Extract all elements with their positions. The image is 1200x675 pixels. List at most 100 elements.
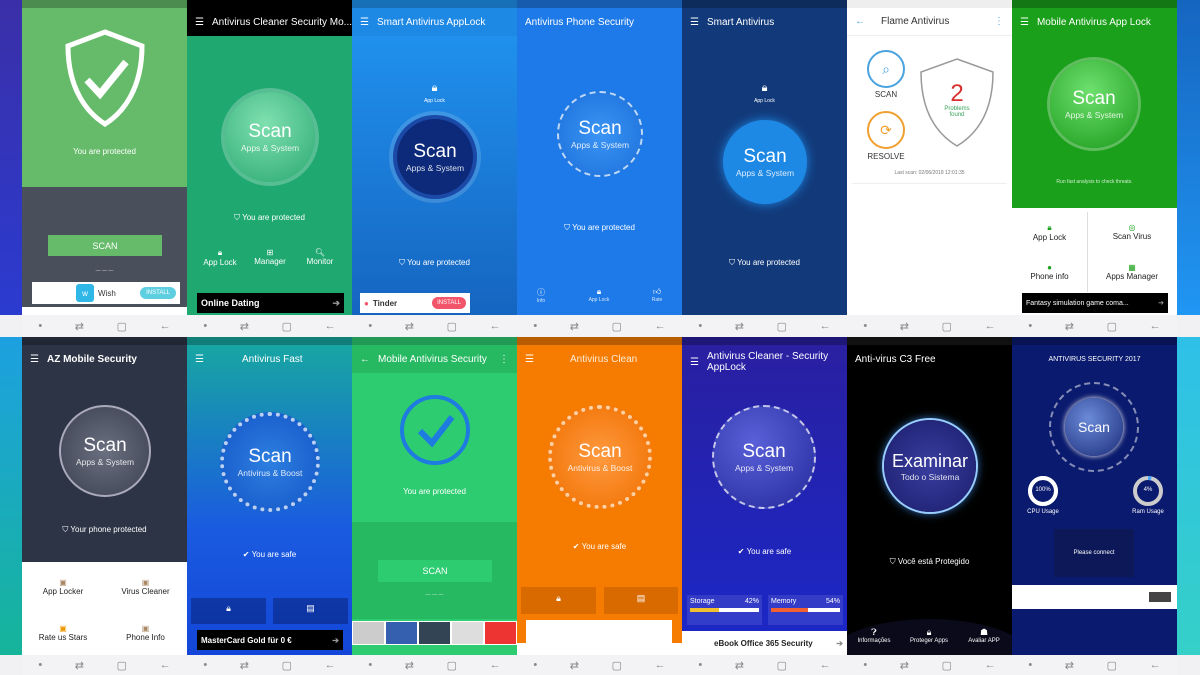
scan-orb[interactable]: Examinar Todo o Sistema xyxy=(884,420,976,512)
recent-apps-button[interactable]: ⇄ xyxy=(735,320,744,333)
back-button[interactable]: ← xyxy=(655,659,666,671)
rate-us-tile[interactable]: ▣ Rate us Stars xyxy=(22,615,104,651)
back-button[interactable]: ← xyxy=(820,320,831,332)
more-icon[interactable]: ⋮ xyxy=(499,354,509,365)
home-button[interactable]: ▢ xyxy=(447,659,457,672)
recent-apps-button[interactable]: ⇄ xyxy=(900,320,909,333)
scan-orb[interactable]: Scan Apps & System xyxy=(1050,60,1138,148)
back-button[interactable]: ← xyxy=(655,320,666,332)
back-button[interactable]: ← xyxy=(985,320,996,332)
boost-tile[interactable]: ▤ xyxy=(604,587,678,614)
ad-banner[interactable] xyxy=(352,621,517,645)
menu-icon[interactable]: ☰ xyxy=(195,17,204,28)
back-button[interactable]: ← xyxy=(325,659,336,671)
back-arrow-icon[interactable]: ← xyxy=(360,354,370,365)
menu-icon[interactable]: ☰ xyxy=(30,354,39,365)
storage-card[interactable]: Storage 42% xyxy=(687,595,762,625)
app-lock-button[interactable]: 🔒︎ App Lock xyxy=(195,248,245,267)
back-button[interactable]: ← xyxy=(160,659,171,671)
home-button[interactable]: ▢ xyxy=(1107,320,1117,333)
home-button[interactable]: ▢ xyxy=(447,320,457,333)
recent-apps-button[interactable]: ⇄ xyxy=(240,659,249,672)
recent-apps-button[interactable]: ⇄ xyxy=(240,320,249,333)
back-button[interactable]: ← xyxy=(820,659,831,671)
scan-orb[interactable]: Scan Apps & System xyxy=(712,405,816,509)
ad-install-button[interactable]: INSTALL xyxy=(140,287,176,299)
home-button[interactable]: ▢ xyxy=(777,659,787,672)
recent-apps-button[interactable]: ⇄ xyxy=(900,659,909,672)
app-lock-tile[interactable]: 🔒︎ App Lock xyxy=(1012,212,1087,252)
home-button[interactable]: ▢ xyxy=(942,659,952,672)
ad-banner[interactable]: eBook Office 365 Security ➔ xyxy=(682,631,847,655)
scan-orb[interactable]: Scan xyxy=(1065,398,1123,456)
home-button[interactable]: ▢ xyxy=(777,320,787,333)
home-button[interactable]: ▢ xyxy=(1107,659,1117,672)
scan-orb[interactable]: Scan Apps & System xyxy=(397,119,473,195)
scan-orb[interactable]: Scan Apps & System xyxy=(225,92,315,182)
scan-orb[interactable]: Scan Apps & System xyxy=(557,91,643,177)
home-button[interactable]: ▢ xyxy=(282,320,292,333)
boost-tile[interactable]: ▤ xyxy=(273,598,348,624)
recent-apps-button[interactable]: ⇄ xyxy=(570,659,579,672)
lock-icon[interactable]: 🔒︎ xyxy=(352,82,517,95)
scan-button[interactable]: SCAN xyxy=(378,560,492,582)
home-button[interactable]: ▢ xyxy=(612,659,622,672)
recent-apps-button[interactable]: ⇄ xyxy=(735,659,744,672)
ad-banner[interactable]: ● Tinder INSTALL xyxy=(360,293,470,313)
connect-box[interactable]: Please connect xyxy=(1054,529,1134,577)
scan-orb[interactable]: Scan Antivirus & Boost xyxy=(220,412,320,512)
scan-button[interactable]: ⌕ xyxy=(867,50,905,88)
menu-icon[interactable]: ☰ xyxy=(690,357,699,368)
back-button[interactable]: ← xyxy=(325,320,336,332)
back-button[interactable]: ← xyxy=(160,320,171,332)
ad-banner[interactable]: Fantasy simulation game coma... ➔ xyxy=(1022,293,1168,313)
scan-orb[interactable]: Scan Apps & System xyxy=(723,120,807,204)
app-lock-tile[interactable]: 🔒︎ xyxy=(521,587,596,614)
ad-banner[interactable]: Online Dating ➔ xyxy=(197,293,344,313)
menu-icon[interactable]: ☰ xyxy=(1020,17,1029,28)
scan-button[interactable]: SCAN xyxy=(48,235,162,256)
back-button[interactable]: ← xyxy=(490,320,501,332)
back-arrow-icon[interactable]: ← xyxy=(855,16,865,27)
apps-manager-tile[interactable]: ▦ Apps Manager xyxy=(1087,252,1177,292)
nav-info[interactable]: ⓘ Info xyxy=(521,287,561,304)
home-button[interactable]: ▢ xyxy=(282,659,292,672)
ad-banner[interactable]: MasterCard Gold für 0 € ➔ xyxy=(197,630,343,650)
app-locker-tile[interactable]: ▣ App Locker xyxy=(22,569,104,605)
recent-apps-button[interactable]: ⇄ xyxy=(405,320,414,333)
back-button[interactable]: ← xyxy=(1150,659,1161,671)
ad-banner[interactable] xyxy=(526,620,672,643)
back-button[interactable]: ← xyxy=(490,659,501,671)
menu-icon[interactable]: ☰ xyxy=(525,354,534,365)
recent-apps-button[interactable]: ⇄ xyxy=(405,659,414,672)
ad-banner[interactable] xyxy=(1012,585,1177,609)
manager-button[interactable]: ⊞ Manager xyxy=(245,248,295,266)
nav-proteger-apps[interactable]: 🔒︎ Proteger Apps xyxy=(904,627,954,644)
scan-virus-tile[interactable]: ◎ Scan Virus xyxy=(1087,212,1177,252)
scan-orb[interactable]: Scan Apps & System xyxy=(59,405,151,497)
recent-apps-button[interactable]: ⇄ xyxy=(1065,659,1074,672)
ad-banner[interactable]: w Wish INSTALL xyxy=(32,282,180,304)
virus-cleaner-tile[interactable]: ▣ Virus Cleaner xyxy=(104,569,187,605)
recent-apps-button[interactable]: ⇄ xyxy=(75,659,84,672)
back-button[interactable]: ← xyxy=(1150,320,1161,332)
back-button[interactable]: ← xyxy=(985,659,996,671)
nav-avaliar-app[interactable]: ☗ Avaliar APP xyxy=(959,627,1009,644)
recent-apps-button[interactable]: ⇄ xyxy=(1065,320,1074,333)
recent-apps-button[interactable]: ⇄ xyxy=(75,320,84,333)
home-button[interactable]: ▢ xyxy=(117,320,127,333)
recent-apps-button[interactable]: ⇄ xyxy=(570,320,579,333)
nav-informacoes[interactable]: ❓︎ Informações xyxy=(849,627,899,644)
phone-info-tile[interactable]: ● Phone info xyxy=(1012,252,1087,292)
home-button[interactable]: ▢ xyxy=(612,320,622,333)
phone-info-tile[interactable]: ▣ Phone Info xyxy=(104,615,187,651)
lock-icon[interactable]: 🔒︎ xyxy=(682,82,847,95)
more-icon[interactable]: ⋮ xyxy=(994,16,1004,27)
menu-icon[interactable]: ☰ xyxy=(690,17,699,28)
app-lock-tile[interactable]: 🔒︎ xyxy=(191,598,266,624)
nav-app-lock[interactable]: 🔒︎ App Lock xyxy=(579,287,619,303)
home-button[interactable]: ▢ xyxy=(942,320,952,333)
monitor-button[interactable]: 🔍︎ Monitor xyxy=(295,248,345,266)
menu-icon[interactable]: ☰ xyxy=(195,354,204,365)
memory-card[interactable]: Memory 54% xyxy=(768,595,843,625)
